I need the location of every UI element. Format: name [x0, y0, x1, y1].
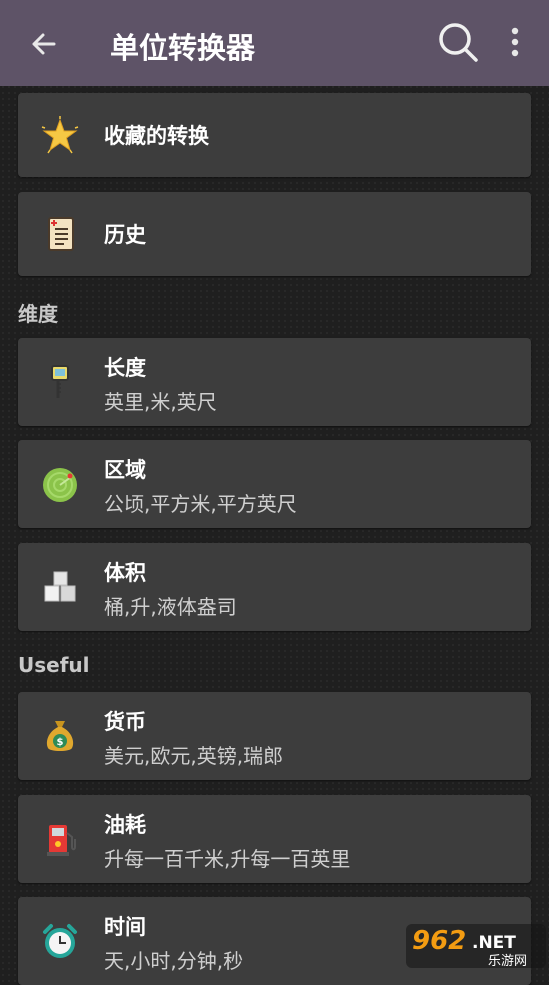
category-time-units: 天,小时,分钟,秒 — [104, 949, 244, 973]
radar-icon — [43, 468, 77, 502]
category-area-title: 区域 — [104, 458, 146, 482]
tape-measure-icon — [51, 365, 69, 398]
category-volume-units: 桶,升,液体盎司 — [104, 595, 237, 619]
favorites-label: 收藏的转换 — [104, 124, 209, 148]
category-fuel-units: 升每一百千米,升每一百英里 — [104, 847, 351, 871]
watermark-main: 962 — [412, 926, 466, 956]
category-area-units: 公顷,平方米,平方英尺 — [104, 492, 297, 516]
category-volume-title: 体积 — [104, 561, 146, 585]
category-currency[interactable]: $ 货币 美元,欧元,英镑,瑞郎 — [18, 692, 531, 780]
alarm-clock-icon — [43, 924, 77, 958]
fuel-pump-icon — [47, 825, 76, 856]
page-title: 单位转换器 — [110, 31, 256, 65]
history-card[interactable]: 历史 — [18, 192, 531, 276]
section-header-useful: Useful — [18, 653, 90, 677]
more-options-icon[interactable] — [501, 22, 529, 62]
app-bar: 单位转换器 — [0, 0, 549, 86]
category-time-title: 时间 — [104, 915, 146, 939]
category-fuel-title: 油耗 — [104, 813, 146, 837]
document-icon — [48, 217, 74, 251]
category-length[interactable]: 长度 英里,米,英尺 — [18, 338, 531, 426]
watermark-suffix: .NET — [472, 933, 516, 953]
favorites-card[interactable]: 收藏的转换 — [18, 93, 531, 177]
category-currency-title: 货币 — [104, 710, 146, 734]
star-icon — [41, 116, 79, 154]
category-volume[interactable]: 体积 桶,升,液体盎司 — [18, 543, 531, 631]
back-arrow-icon[interactable] — [24, 24, 64, 64]
category-area[interactable]: 区域 公顷,平方米,平方英尺 — [18, 440, 531, 528]
watermark-logo: 962 .NET 乐游网 — [406, 924, 546, 969]
watermark-sub: 乐游网 — [488, 954, 527, 969]
history-label: 历史 — [104, 223, 146, 247]
category-length-title: 长度 — [104, 356, 146, 380]
category-fuel[interactable]: 油耗 升每一百千米,升每一百英里 — [18, 795, 531, 883]
category-currency-units: 美元,欧元,英镑,瑞郎 — [104, 744, 284, 768]
money-bag-icon: $ — [46, 721, 74, 751]
search-icon[interactable] — [436, 20, 482, 66]
svg-text:$: $ — [57, 737, 64, 748]
cubes-icon — [44, 571, 76, 602]
category-length-units: 英里,米,英尺 — [104, 390, 217, 414]
section-header-dimension: 维度 — [18, 302, 58, 326]
